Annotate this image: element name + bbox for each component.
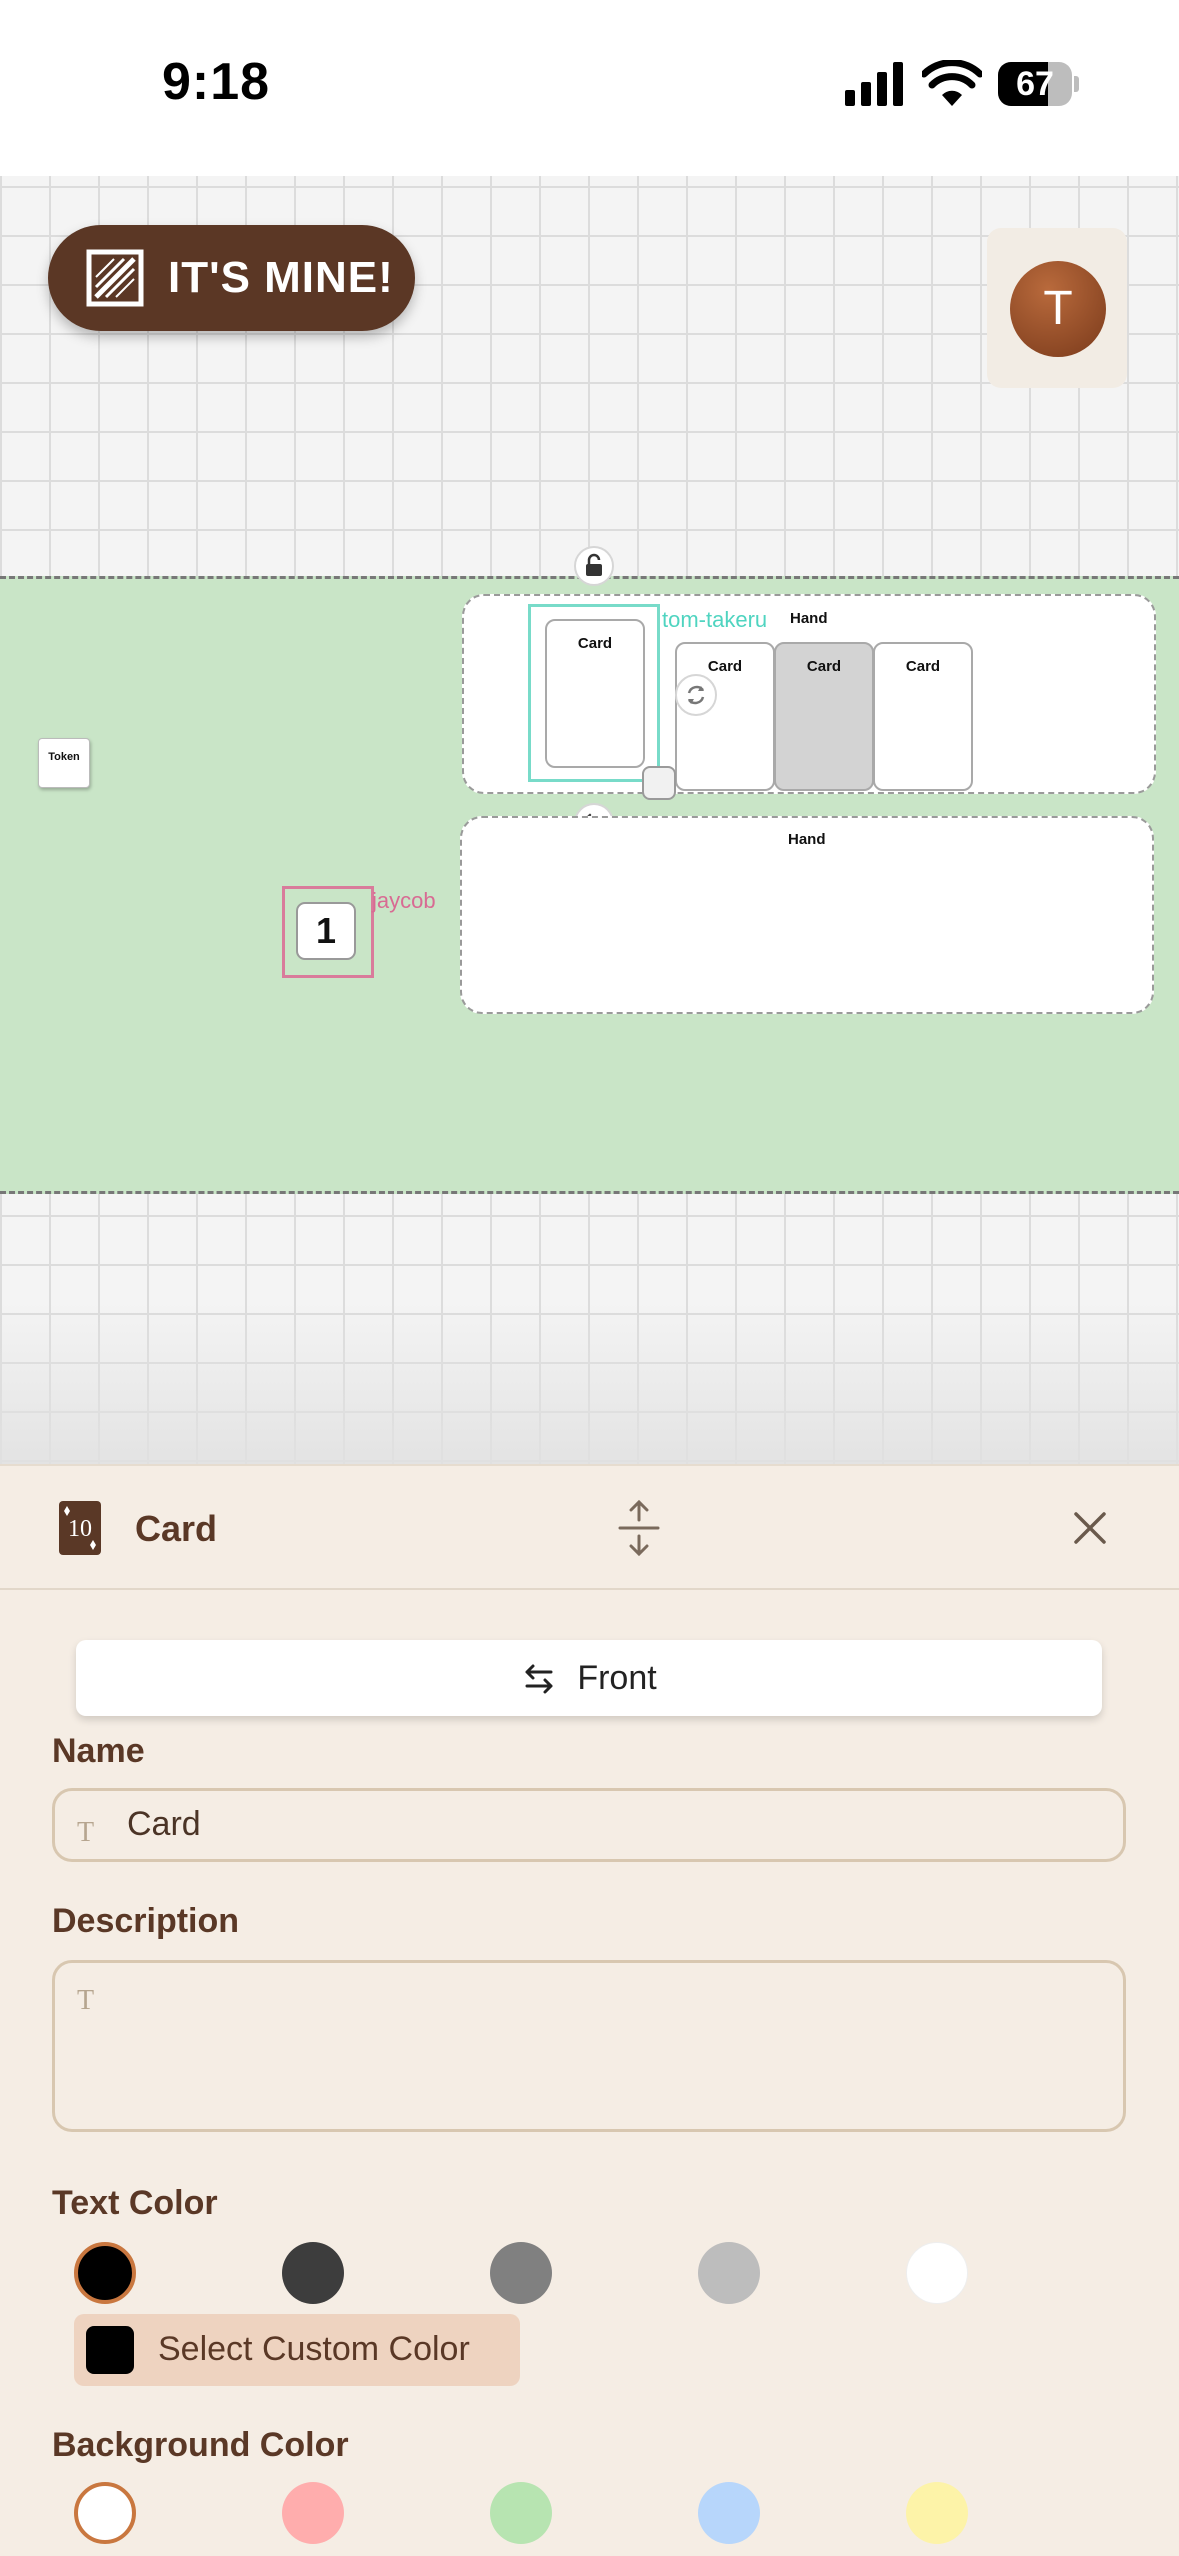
status-time: 9:18 xyxy=(162,53,271,111)
name-value: Card xyxy=(127,1805,201,1843)
token-piece[interactable]: Token xyxy=(38,738,90,788)
select-custom-color-button[interactable]: Select Custom Color xyxy=(74,2314,520,2386)
collapse-expand-icon[interactable] xyxy=(614,1498,664,1558)
name-label: Name xyxy=(52,1732,145,1770)
playing-card-icon: 10 xyxy=(59,1501,101,1555)
user-avatar[interactable]: T xyxy=(1010,261,1106,357)
panel-header: 10 Card xyxy=(0,1466,1179,1590)
flip-side-label: Front xyxy=(577,1658,657,1697)
hand-zone-1-label: Hand xyxy=(790,610,828,627)
background-color-swatch-2[interactable] xyxy=(282,2482,344,2544)
text-color-swatch-4[interactable] xyxy=(698,2242,760,2304)
background-color-swatch-1[interactable] xyxy=(74,2482,136,2544)
brand-label: IT'S MINE! xyxy=(168,253,394,302)
battery-level: 67 xyxy=(1016,65,1054,103)
canvas-fade xyxy=(0,1300,1179,1466)
text-color-swatch-2[interactable] xyxy=(282,2242,344,2304)
custom-color-label: Select Custom Color xyxy=(158,2330,470,2368)
close-icon[interactable] xyxy=(1070,1508,1110,1548)
swap-arrows-icon xyxy=(525,1664,553,1694)
resize-handle[interactable] xyxy=(642,766,676,800)
selected-card[interactable]: Card xyxy=(545,619,645,768)
panel-title: Card xyxy=(135,1508,218,1549)
wifi-icon xyxy=(922,60,982,106)
text-color-swatch-3[interactable] xyxy=(490,2242,552,2304)
description-label: Description xyxy=(52,1902,240,1940)
hand-card[interactable]: Card xyxy=(774,642,874,791)
background-color-swatch-4[interactable] xyxy=(698,2482,760,2544)
text-type-icon: T xyxy=(77,1985,95,2016)
hand-zone-2-label: Hand xyxy=(788,831,826,848)
user-avatar-card[interactable]: T xyxy=(987,228,1127,388)
lock-button[interactable] xyxy=(574,546,614,586)
brand-button[interactable]: IT'S MINE! xyxy=(48,225,415,331)
lock-icon xyxy=(586,553,602,576)
background-color-swatch-5[interactable] xyxy=(906,2482,968,2544)
counter-piece[interactable]: 1 xyxy=(296,902,356,960)
name-input[interactable]: T Card xyxy=(52,1788,1126,1862)
cellular-signal-icon xyxy=(845,62,903,106)
background-color-label: Background Color xyxy=(52,2426,349,2464)
battery-indicator: 67 xyxy=(998,62,1079,106)
text-type-icon: T xyxy=(77,1817,95,1848)
description-input[interactable]: T xyxy=(52,1960,1126,2132)
owner-label-tom-takeru: tom-takeru xyxy=(662,607,768,632)
flip-side-button[interactable]: Front xyxy=(76,1640,1102,1716)
custom-color-preview xyxy=(86,2326,134,2374)
rotate-icon xyxy=(687,685,705,705)
text-color-swatch-1[interactable] xyxy=(74,2242,136,2304)
text-color-swatch-5[interactable] xyxy=(906,2242,968,2304)
background-color-swatch-3[interactable] xyxy=(490,2482,552,2544)
properties-panel: 10 Card Front Name T Card Description T … xyxy=(0,1464,1179,2556)
hand-card[interactable]: Card xyxy=(873,642,973,791)
text-color-label: Text Color xyxy=(52,2184,218,2222)
crate-logo-icon xyxy=(86,249,144,307)
status-bar: 9:18 67 xyxy=(0,0,1179,176)
card-icon-value: 10 xyxy=(68,1516,92,1542)
rotate-button[interactable] xyxy=(675,674,717,716)
owner-label-jaycob: jaycob xyxy=(372,888,436,913)
